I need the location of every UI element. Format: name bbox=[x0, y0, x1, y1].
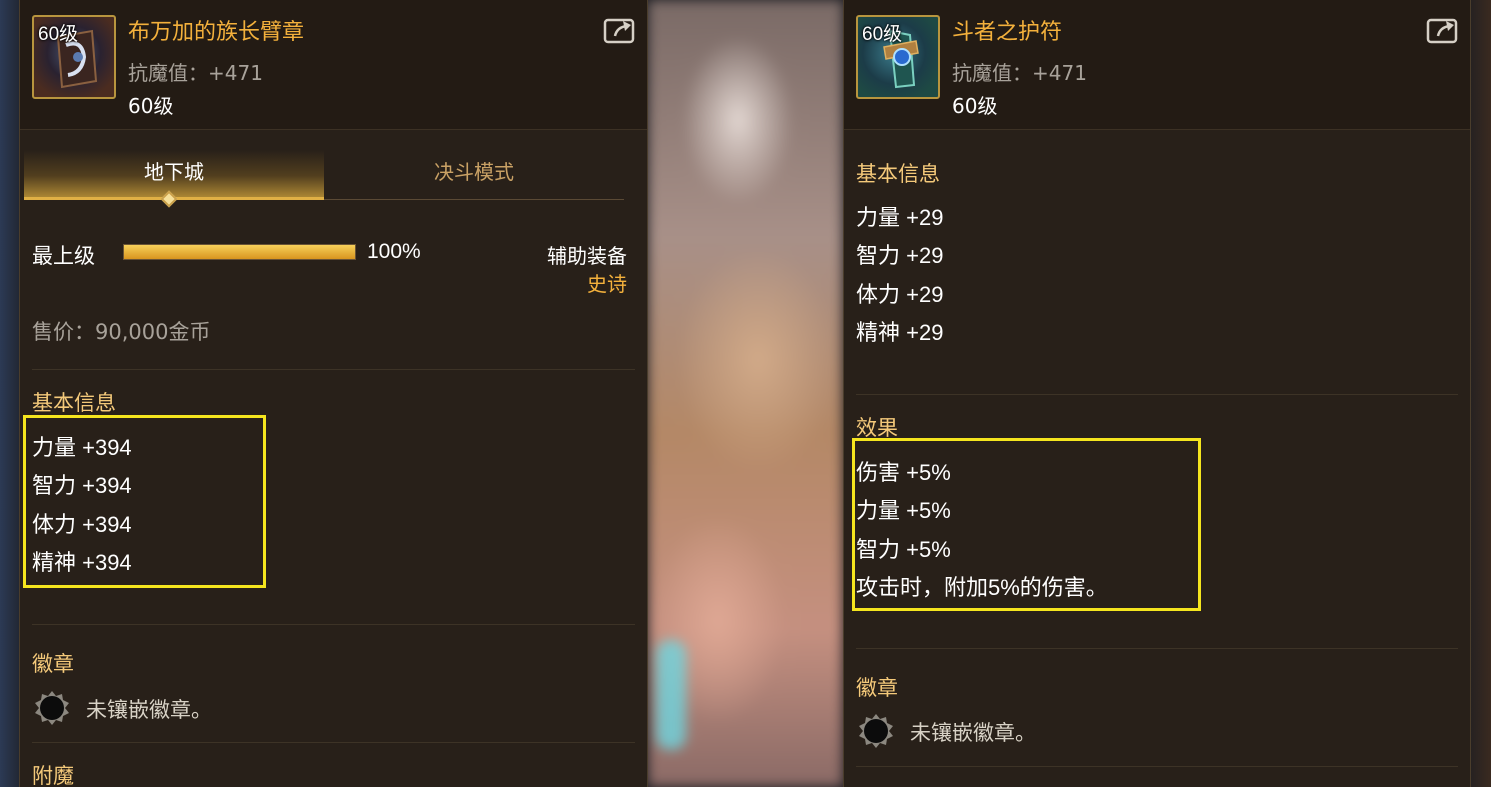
item-level: 60级 bbox=[128, 94, 174, 118]
item-tooltip-left: 60级 布万加的族长臂章 抗魔值：+471 60级 地下城 决斗模式 最上级 1… bbox=[19, 0, 648, 787]
tab-dungeon[interactable]: 地下城 bbox=[24, 150, 324, 200]
magic-resist: 抗魔值：+471 bbox=[128, 61, 263, 85]
grade-progress-fill bbox=[124, 245, 355, 259]
emblem-title: 徽章 bbox=[32, 652, 74, 676]
grade-progress-bar bbox=[123, 244, 356, 260]
tooltip-header: 60级 斗者之护符 抗魔值：+471 60级 bbox=[844, 0, 1470, 130]
empty-emblem-slot-icon bbox=[35, 691, 69, 725]
stat-vitality: 体力 +29 bbox=[856, 282, 944, 307]
stat-strength: 力量 +29 bbox=[856, 205, 944, 230]
divider bbox=[32, 369, 635, 370]
item-tooltip-right: 60级 斗者之护符 抗魔值：+471 60级 基本信息 力量 +29 智力 +2… bbox=[843, 0, 1471, 787]
stat-intelligence: 智力 +29 bbox=[856, 243, 944, 268]
blurred-background bbox=[648, 0, 843, 787]
emblem-status: 未镶嵌徽章。 bbox=[86, 698, 212, 722]
external-link-icon[interactable] bbox=[1426, 16, 1460, 44]
enchant-title: 附魔 bbox=[32, 764, 74, 787]
divider bbox=[856, 766, 1458, 767]
rarity-label: 史诗 bbox=[587, 272, 627, 296]
item-name: 布万加的族长臂章 bbox=[128, 20, 305, 45]
slot-type: 辅助装备 bbox=[547, 244, 627, 268]
level-badge: 60级 bbox=[38, 24, 79, 45]
empty-emblem-slot-icon bbox=[859, 714, 893, 748]
sell-price: 售价：90,000金币 bbox=[32, 320, 211, 344]
mode-tabs: 地下城 决斗模式 bbox=[24, 150, 630, 202]
divider bbox=[856, 394, 1458, 395]
grade-label: 最上级 bbox=[32, 244, 95, 268]
level-badge: 60级 bbox=[862, 24, 903, 45]
divider bbox=[856, 648, 1458, 649]
divider bbox=[32, 624, 635, 625]
item-level: 60级 bbox=[952, 94, 998, 118]
external-link-icon[interactable] bbox=[603, 16, 637, 44]
basic-info-title: 基本信息 bbox=[32, 391, 116, 415]
basic-info-title: 基本信息 bbox=[856, 162, 940, 186]
tooltip-header: 60级 布万加的族长臂章 抗魔值：+471 60级 bbox=[20, 0, 647, 130]
item-amulet-icon: 60级 bbox=[856, 15, 940, 99]
highlight-box bbox=[852, 438, 1201, 611]
item-armband-icon: 60级 bbox=[32, 15, 116, 99]
divider bbox=[32, 742, 635, 743]
emblem-status: 未镶嵌徽章。 bbox=[910, 721, 1036, 745]
stat-spirit: 精神 +29 bbox=[856, 320, 944, 345]
item-name: 斗者之护符 bbox=[952, 20, 1063, 45]
magic-resist: 抗魔值：+471 bbox=[952, 61, 1087, 85]
grade-percent: 100% bbox=[367, 240, 421, 263]
highlight-box bbox=[23, 415, 266, 588]
tab-duel[interactable]: 决斗模式 bbox=[324, 150, 624, 200]
emblem-title: 徽章 bbox=[856, 676, 898, 700]
